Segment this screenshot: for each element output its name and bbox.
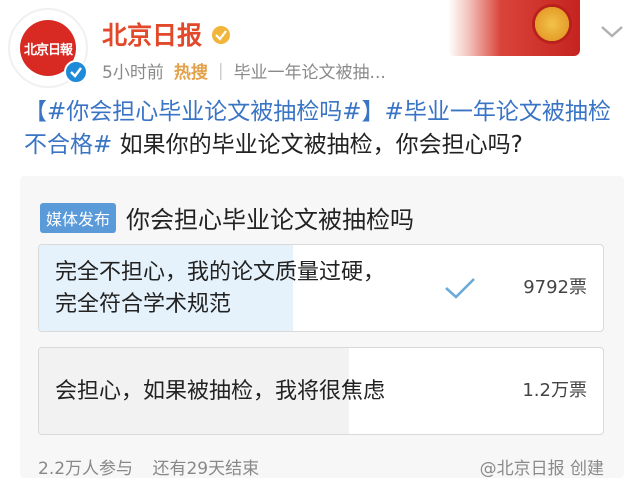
post-body: 如果你的毕业论文被抽检，你会担心吗? bbox=[112, 132, 523, 158]
poll-header: 媒体发布 你会担心毕业论文被抽检吗 bbox=[40, 200, 414, 235]
poll-title: 你会担心毕业论文被抽检吗 bbox=[126, 206, 415, 234]
chevron-down-icon[interactable] bbox=[598, 22, 626, 42]
poll-footer: 2.2万人参与 还有29天结束 @北京日报 创建 bbox=[38, 454, 604, 479]
emblem-image bbox=[532, 4, 572, 44]
hot-search-label[interactable]: 热搜 bbox=[174, 58, 208, 83]
hashtag-link[interactable]: 【#你会担心毕业论文被抽检吗#】 bbox=[24, 99, 385, 125]
poll-option-label: 完全不担心，我的论文质量过硬， 完全符合学术规范 bbox=[55, 260, 386, 317]
vote-count: 1.2万票 bbox=[522, 380, 587, 401]
vote-count: 9792票 bbox=[523, 277, 587, 298]
media-badge: 媒体发布 bbox=[40, 202, 117, 233]
post-meta: 5小时前 热搜 | 毕业一年论文被抽... bbox=[102, 58, 386, 84]
poll-option[interactable]: 会担心，如果被抽检，我将很焦虑 1.2万票 bbox=[38, 347, 604, 435]
account-name[interactable]: 北京日报 bbox=[102, 16, 202, 52]
time-remaining: 还有29天结束 bbox=[152, 459, 260, 479]
poll-creator[interactable]: @北京日报 创建 bbox=[480, 454, 604, 479]
check-icon bbox=[443, 275, 477, 301]
account-name-row[interactable]: 北京日报 bbox=[102, 16, 232, 52]
meta-divider: | bbox=[217, 60, 224, 81]
hot-topic-link[interactable]: 毕业一年论文被抽... bbox=[234, 58, 386, 83]
participant-count: 2.2万人参与 bbox=[38, 459, 134, 479]
gold-badge-icon bbox=[210, 23, 232, 45]
header-banner-image bbox=[448, 0, 580, 56]
poll-option-label: 会担心，如果被抽检，我将很焦虑 bbox=[55, 379, 386, 404]
post-text: 【#你会担心毕业论文被抽检吗#】#毕业一年论文被抽检不合格# 如果你的毕业论文被… bbox=[24, 96, 620, 162]
poll-option[interactable]: 完全不担心，我的论文质量过硬， 完全符合学术规范 9792票 bbox=[38, 244, 604, 332]
post-time: 5小时前 bbox=[102, 63, 164, 83]
verified-icon bbox=[64, 60, 88, 84]
